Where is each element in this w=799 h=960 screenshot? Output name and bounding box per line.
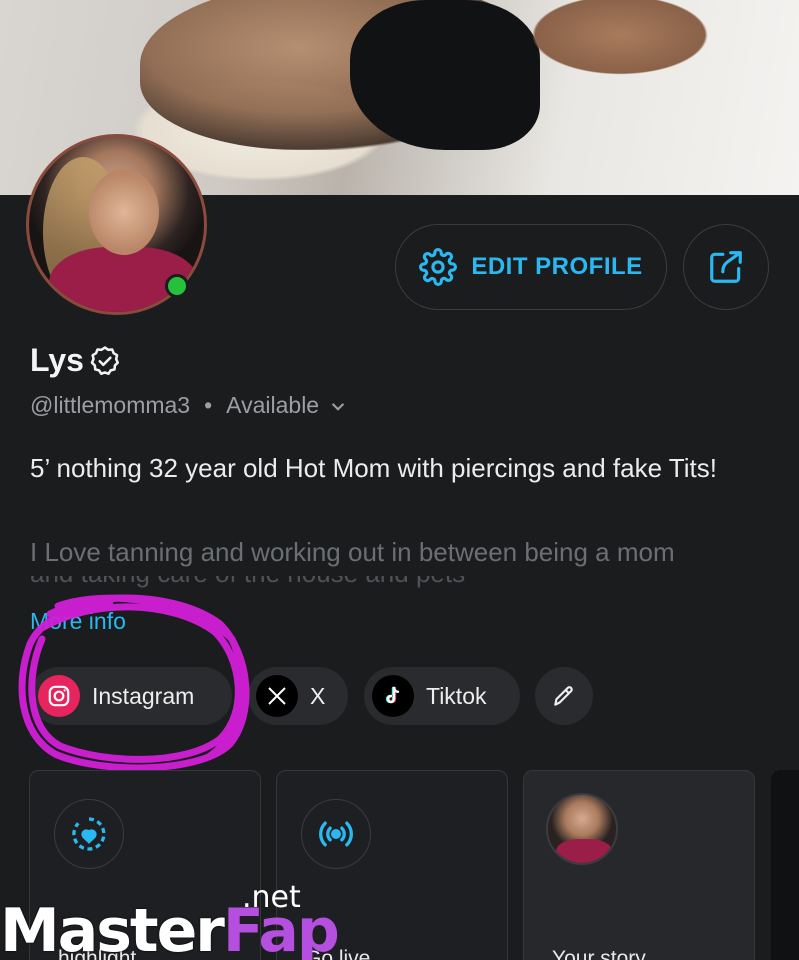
story-avatar: [546, 793, 618, 865]
more-info-link[interactable]: More info: [30, 608, 126, 635]
social-chip-tiktok[interactable]: Tiktok: [364, 667, 520, 725]
highlight-heart-icon: [72, 817, 106, 851]
social-label-tiktok: Tiktok: [426, 682, 487, 709]
verified-badge-icon: [90, 345, 119, 375]
pencil-icon: [554, 686, 573, 706]
new-highlight-label: highlight: [58, 947, 137, 960]
social-chip-instagram[interactable]: Instagram: [30, 667, 232, 725]
broadcast-icon: [319, 821, 353, 847]
go-live-card[interactable]: Go live: [276, 770, 508, 960]
edit-socials-button[interactable]: [535, 667, 593, 725]
separator-dot: •: [204, 392, 213, 418]
chevron-down-icon[interactable]: [325, 393, 351, 419]
tiktok-icon: [372, 675, 414, 717]
profile-handle: @littlemomma3: [30, 392, 191, 418]
your-story-card[interactable]: Your story: [523, 770, 755, 960]
profile-name: Lys: [30, 342, 84, 378]
profile-bio-faded-text: and taking care of the house and pets: [30, 576, 770, 589]
edit-profile-button[interactable]: EDIT PROFILE: [395, 224, 667, 310]
x-logo-icon: [256, 675, 298, 717]
availability-status[interactable]: Available: [226, 392, 319, 419]
handle-row: @littlemomma3 • Available: [30, 392, 351, 419]
share-icon: [710, 251, 742, 283]
online-status-dot: [165, 274, 189, 298]
profile-bio: 5’ nothing 32 year old Hot Mom with pier…: [30, 453, 717, 483]
next-card-partial[interactable]: [771, 770, 799, 960]
live-icon-wrap: [301, 799, 371, 869]
profile-bio-continued: I Love tanning and working out in betwee…: [30, 537, 675, 567]
social-chip-x[interactable]: X: [248, 667, 348, 725]
go-live-label: Go live: [305, 947, 371, 960]
profile-bio-faded: and taking care of the house and pets: [30, 576, 770, 590]
your-story-label: Your story: [552, 947, 646, 960]
share-profile-button[interactable]: [683, 224, 769, 310]
highlight-icon-wrap: [54, 799, 124, 869]
new-highlight-card[interactable]: highlight: [29, 770, 261, 960]
social-label-x: X: [310, 682, 326, 709]
edit-profile-label: EDIT PROFILE: [471, 253, 643, 280]
social-label-instagram: Instagram: [92, 682, 195, 709]
profile-name-row: Lys: [30, 342, 122, 379]
gear-icon: [419, 248, 458, 286]
instagram-icon: [38, 675, 80, 717]
